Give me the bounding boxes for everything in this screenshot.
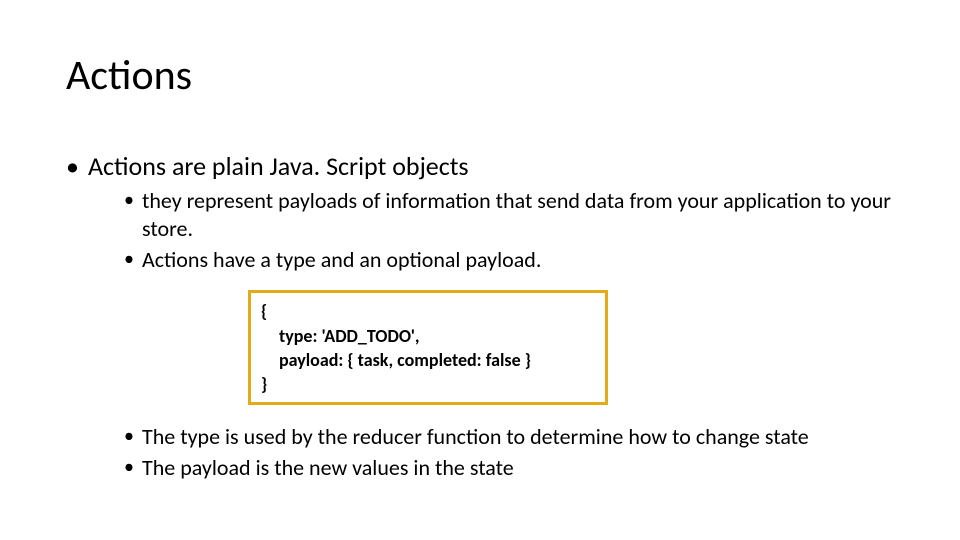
code-line: type: 'ADD_TODO', xyxy=(261,324,595,348)
slide: Actions Actions are plain Java. Script o… xyxy=(0,0,960,540)
code-line: } xyxy=(261,372,595,396)
bullet-list-level1: Actions are plain Java. Script objects t… xyxy=(66,150,896,483)
code-line: { xyxy=(261,299,595,323)
slide-body: Actions are plain Java. Script objects t… xyxy=(66,150,896,489)
bullet-item: they represent payloads of information t… xyxy=(124,187,896,244)
bullet-text: The type is used by the reducer function… xyxy=(142,423,809,450)
bullet-text: Actions are plain Java. Script objects xyxy=(88,150,469,182)
bullet-text: they represent payloads of information t… xyxy=(142,187,891,243)
code-example-box: { type: 'ADD_TODO', payload: { task, com… xyxy=(248,290,608,405)
bullet-text: Actions have a type and an optional payl… xyxy=(142,246,541,273)
bullet-list-level2: they represent payloads of information t… xyxy=(88,187,896,275)
slide-title: Actions xyxy=(66,50,192,101)
bullet-list-level2: The type is used by the reducer function… xyxy=(88,423,896,482)
bullet-item: The type is used by the reducer function… xyxy=(124,423,896,452)
bullet-item: Actions have a type and an optional payl… xyxy=(124,246,896,275)
bullet-text: The payload is the new values in the sta… xyxy=(142,454,514,481)
code-line: payload: { task, completed: false } xyxy=(261,348,595,372)
bullet-item: Actions are plain Java. Script objects t… xyxy=(66,150,896,483)
bullet-item: The payload is the new values in the sta… xyxy=(124,454,896,483)
